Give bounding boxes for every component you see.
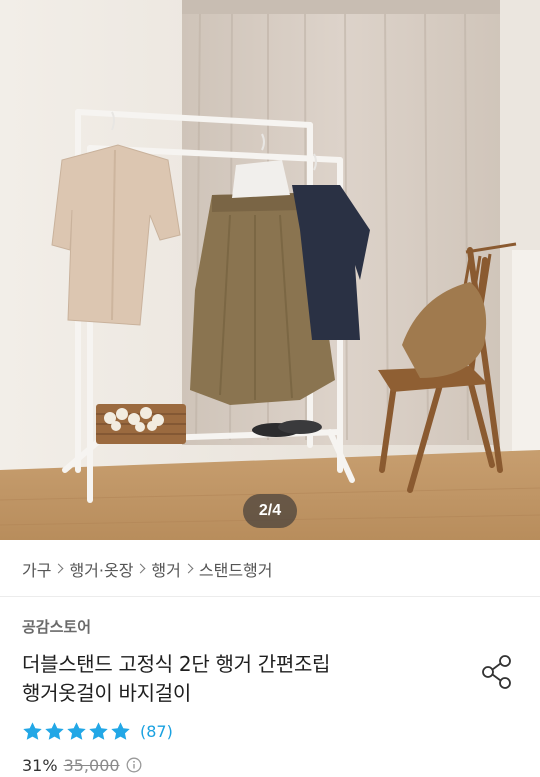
breadcrumb-item-hanger[interactable]: 행거 [151, 557, 180, 581]
info-icon[interactable] [126, 757, 142, 773]
star-icon [67, 721, 86, 740]
product-title: 더블스탠드 고정식 2단 행거 간편조립 행거옷걸이 바지걸이 [22, 650, 452, 708]
breadcrumb: 가구 행거·옷장 행거 스탠드행거 [22, 556, 272, 582]
price-row: 31% 35,000 [22, 753, 142, 777]
discount-rate: 31% [22, 755, 58, 775]
star-icon [45, 721, 64, 740]
star-icon [111, 721, 130, 740]
share-button[interactable] [478, 652, 516, 690]
chevron-right-icon [181, 562, 199, 576]
rating[interactable]: (87) [22, 718, 173, 744]
original-price: 35,000 [63, 755, 120, 775]
share-icon [482, 655, 511, 689]
product-title-line-1: 더블스탠드 고정식 2단 행거 간편조립 [22, 652, 331, 676]
image-counter: 2/4 [243, 494, 297, 528]
review-count[interactable]: (87) [140, 722, 173, 741]
chevron-right-icon [51, 562, 69, 576]
breadcrumb-item-furniture[interactable]: 가구 [22, 557, 51, 581]
divider [0, 596, 540, 597]
product-photo-illustration [0, 0, 540, 540]
product-title-line-2: 행거옷걸이 바지걸이 [22, 681, 191, 705]
breadcrumb-item-hanger-wardrobe[interactable]: 행거·옷장 [69, 557, 133, 581]
chevron-right-icon [133, 562, 151, 576]
star-icon [23, 721, 42, 740]
star-icon [89, 721, 108, 740]
product-image[interactable]: 2/4 [0, 0, 540, 540]
store-name[interactable]: 공감스토어 [22, 616, 91, 637]
breadcrumb-item-stand-hanger[interactable]: 스탠드행거 [199, 557, 273, 581]
